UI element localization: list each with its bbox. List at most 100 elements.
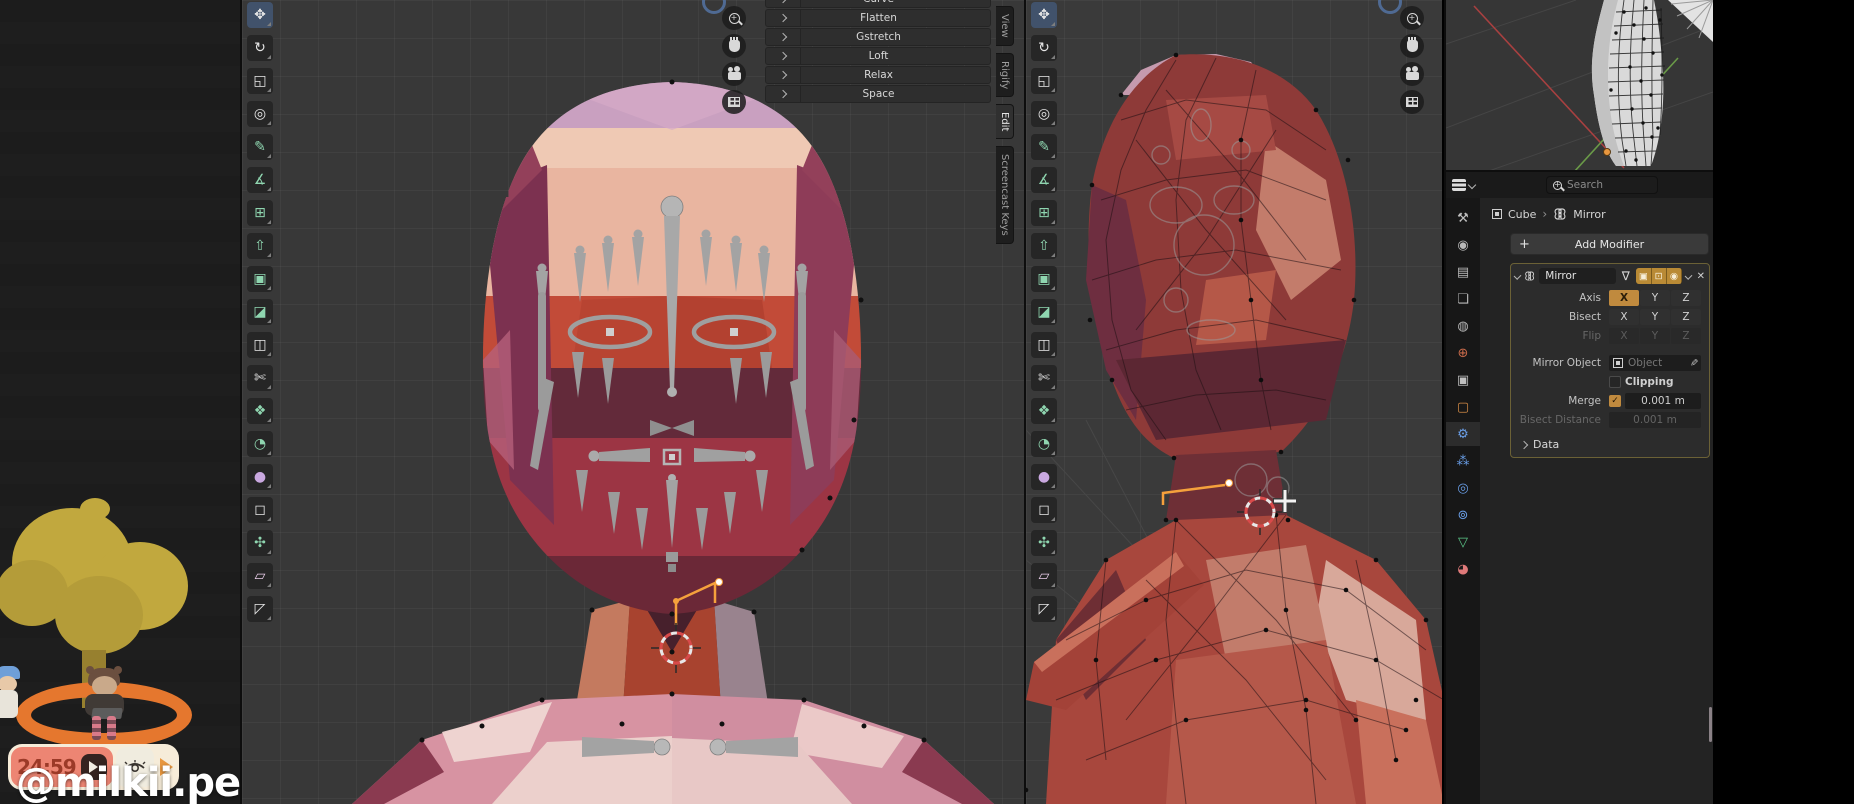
bisect-y-toggle[interactable]: Y [1640, 308, 1670, 325]
scene-tab[interactable]: ◍ [1446, 314, 1480, 338]
flip-y-toggle[interactable]: Y [1640, 327, 1670, 344]
knife-tool[interactable]: ✄ [247, 365, 273, 391]
output-tab[interactable]: ▤ [1446, 260, 1480, 284]
collapse-chevron-icon[interactable] [1513, 272, 1522, 280]
smooth-tool[interactable]: ● [1031, 464, 1057, 490]
on-cage-toggle-icon[interactable]: ∇ [1622, 269, 1630, 283]
tool-tab[interactable]: ⚒ [1446, 206, 1480, 230]
bevel-tool[interactable]: ◪ [247, 299, 273, 325]
modifiers-tab[interactable]: ⚙ [1446, 422, 1480, 446]
object-tab[interactable]: ▢ [1446, 395, 1480, 419]
shrink-fatten-tool[interactable]: ✣ [1031, 530, 1057, 556]
inset-faces-tool[interactable]: ▣ [247, 266, 273, 292]
collection-tab[interactable]: ▣ [1446, 368, 1480, 392]
looptools-item-space[interactable]: Space [765, 85, 991, 103]
rotate-tool[interactable]: ↻ [1031, 35, 1057, 61]
looptools-item-gstretch[interactable]: Gstretch [765, 28, 991, 46]
eyedropper-icon[interactable]: ✎ [1687, 358, 1698, 366]
shrink-fatten-tool[interactable]: ✣ [247, 530, 273, 556]
particles-tab[interactable]: ⁂ [1446, 449, 1480, 473]
shear-tool[interactable]: ▱ [247, 563, 273, 589]
rotate-tool[interactable]: ↻ [247, 35, 273, 61]
axis-y-toggle[interactable]: Y [1640, 289, 1670, 306]
sidebar-tab-rigify[interactable]: Rigify [996, 52, 1014, 97]
zoom-icon[interactable] [1400, 6, 1424, 30]
camera-view-icon[interactable] [722, 62, 746, 86]
modifier-extras-icon[interactable] [1684, 272, 1693, 280]
view-layer-tab[interactable]: ❏ [1446, 287, 1480, 311]
edge-slide-tool[interactable]: ◻ [247, 497, 273, 523]
looptools-item-relax[interactable]: Relax [765, 66, 991, 84]
bisect-z-toggle[interactable]: Z [1671, 308, 1701, 325]
breadcrumb-object[interactable]: Cube [1508, 208, 1536, 221]
move-tool[interactable]: ✥ [1031, 2, 1057, 28]
looptools-item-flatten[interactable]: Flatten [765, 9, 991, 27]
smooth-tool[interactable]: ● [247, 464, 273, 490]
transform-tool[interactable]: ◎ [1031, 101, 1057, 127]
mirror-object-field[interactable]: Object ✎ [1609, 354, 1701, 371]
object-data-tab[interactable]: ▽ [1446, 530, 1480, 554]
constraints-tab[interactable]: ⊚ [1446, 503, 1480, 527]
looptools-item-loft[interactable]: Loft [765, 47, 991, 65]
spin-tool[interactable]: ◔ [1031, 431, 1057, 457]
looptools-item-curve[interactable]: Curve [765, 0, 991, 8]
bisect-distance-field[interactable]: 0.001 m [1609, 411, 1701, 428]
extrude-region-tool[interactable]: ⇧ [1031, 233, 1057, 259]
sidebar-tab-view[interactable]: View [996, 6, 1014, 46]
clipping-checkbox[interactable] [1609, 375, 1621, 388]
spin-tool[interactable]: ◔ [247, 431, 273, 457]
bevel-tool[interactable]: ◪ [1031, 299, 1057, 325]
bisect-x-toggle[interactable]: X [1609, 308, 1639, 325]
projection-toggle-icon[interactable] [722, 90, 746, 114]
edit-mode-toggle-icon[interactable]: ▣ [1636, 268, 1651, 284]
modifier-name-field[interactable]: Mirror [1539, 268, 1616, 284]
move-tool[interactable]: ✥ [247, 2, 273, 28]
render-display-toggle-icon[interactable]: ◉ [1666, 268, 1682, 284]
3d-viewport-mini[interactable] [1446, 0, 1713, 172]
3d-viewport-front[interactable]: ✥ ↻ ◱ ◎ ✎ ∡ ⊞ ⇧ ▣ ◪ ◫ ✄ ❖ ◔ ● ◻ ✣ ▱ ◸ + … [240, 0, 1024, 804]
edge-slide-tool[interactable]: ◻ [1031, 497, 1057, 523]
material-tab[interactable]: ◕ [1446, 557, 1480, 581]
poly-build-tool[interactable]: ❖ [1031, 398, 1057, 424]
pan-hand-icon[interactable] [1400, 34, 1424, 58]
merge-threshold-field[interactable]: 0.001 m [1625, 392, 1701, 409]
pan-hand-icon[interactable] [722, 34, 746, 58]
world-tab[interactable]: ⊕ [1446, 341, 1480, 365]
flip-z-toggle[interactable]: Z [1671, 327, 1701, 344]
properties-scrollbar[interactable] [1709, 707, 1712, 742]
flip-x-toggle[interactable]: X [1609, 327, 1639, 344]
extrude-region-tool[interactable]: ⇧ [247, 233, 273, 259]
projection-toggle-icon[interactable] [1400, 90, 1424, 114]
inset-faces-tool[interactable]: ▣ [1031, 266, 1057, 292]
realtime-display-toggle-icon[interactable]: ⊡ [1651, 268, 1666, 284]
breadcrumb-modifier[interactable]: Mirror [1573, 208, 1605, 221]
3d-viewport-back-quarter[interactable]: ✥ ↻ ◱ ◎ ✎ ∡ ⊞ ⇧ ▣ ◪ ◫ ✄ ❖ ◔ ● ◻ ✣ ▱ ◸ + [1024, 0, 1442, 804]
measure-tool[interactable]: ∡ [1031, 167, 1057, 193]
properties-search[interactable]: Search [1546, 176, 1658, 194]
editor-type-button[interactable] [1446, 179, 1481, 191]
scale-tool[interactable]: ◱ [1031, 68, 1057, 94]
loop-cut-tool[interactable]: ◫ [247, 332, 273, 358]
loop-cut-tool[interactable]: ◫ [1031, 332, 1057, 358]
poly-build-tool[interactable]: ❖ [247, 398, 273, 424]
add-cube-tool[interactable]: ⊞ [247, 200, 273, 226]
add-modifier-button[interactable]: + Add Modifier [1510, 233, 1709, 255]
shear-tool[interactable]: ▱ [1031, 563, 1057, 589]
axis-x-toggle[interactable]: X [1609, 289, 1639, 306]
add-cube-tool[interactable]: ⊞ [1031, 200, 1057, 226]
knife-tool[interactable]: ✄ [1031, 365, 1057, 391]
sidebar-tab-screencast-keys[interactable]: Screencast Keys [996, 146, 1014, 244]
zoom-icon[interactable] [722, 6, 746, 30]
axis-z-toggle[interactable]: Z [1671, 289, 1701, 306]
sidebar-tab-edit[interactable]: Edit [996, 103, 1014, 140]
modifier-close-icon[interactable]: ✕ [1697, 271, 1705, 282]
rip-region-tool[interactable]: ◸ [1031, 596, 1057, 622]
scale-tool[interactable]: ◱ [247, 68, 273, 94]
annotate-tool[interactable]: ✎ [247, 134, 273, 160]
transform-tool[interactable]: ◎ [247, 101, 273, 127]
camera-view-icon[interactable] [1400, 62, 1424, 86]
merge-checkbox[interactable]: ✓ [1609, 394, 1621, 407]
render-tab[interactable]: ◉ [1446, 233, 1480, 257]
physics-tab[interactable]: ◎ [1446, 476, 1480, 500]
data-subpanel-toggle[interactable]: Data [1511, 430, 1709, 451]
